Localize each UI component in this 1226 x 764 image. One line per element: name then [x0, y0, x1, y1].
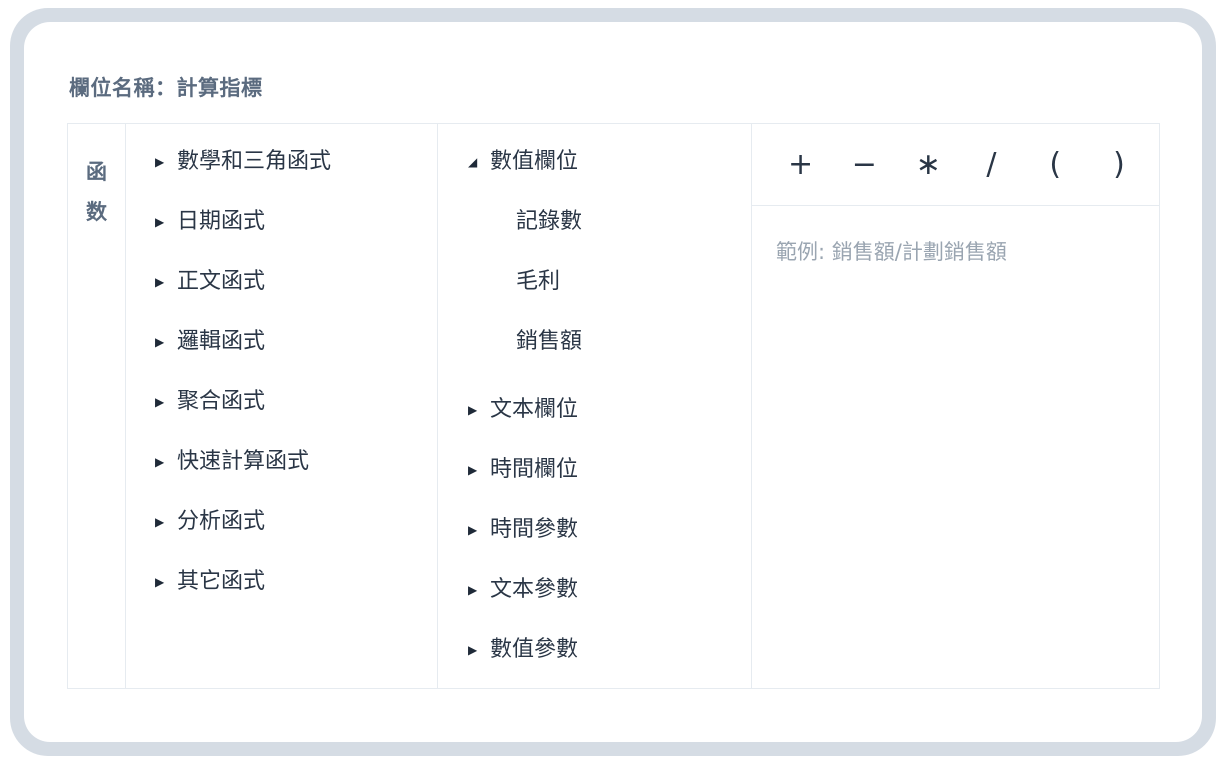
- function-category-label: 分析函式: [177, 509, 266, 534]
- close-paren-button[interactable]: ): [1107, 149, 1131, 180]
- function-category-label: 快速計算函式: [177, 449, 310, 474]
- field-group-numeric[interactable]: ◢ 數值欄位: [438, 144, 751, 204]
- caret-right-icon: ▶: [155, 215, 165, 229]
- field-group-numeric-param[interactable]: ▶ 數值參數: [438, 632, 751, 692]
- field-group-label: 時間參數: [490, 517, 579, 542]
- field-group-text[interactable]: ▶ 文本欄位: [438, 392, 751, 452]
- function-category-math[interactable]: ▶ 數學和三角函式: [126, 144, 437, 204]
- function-category-analysis[interactable]: ▶ 分析函式: [126, 504, 437, 564]
- field-item-gross-profit[interactable]: 毛利: [438, 264, 751, 324]
- caret-right-icon: ▶: [468, 523, 478, 537]
- field-group-label: 文本參數: [490, 577, 579, 602]
- function-category-label: 其它函式: [177, 569, 266, 594]
- field-name-title: 欄位名稱：計算指標: [69, 76, 263, 100]
- minus-button[interactable]: −: [852, 149, 877, 180]
- function-category-text[interactable]: ▶ 正文函式: [126, 264, 437, 324]
- calculated-field-card: 欄位名稱：計算指標 函 数 ▶ 數學和三角函式 ▶ 日期函式 ▶ 正文函式 ▶ …: [24, 22, 1202, 742]
- field-item-sales[interactable]: 銷售額: [438, 324, 751, 384]
- caret-right-icon: ▶: [155, 335, 165, 349]
- plus-button[interactable]: +: [788, 149, 813, 180]
- function-category-quick-calc[interactable]: ▶ 快速計算函式: [126, 444, 437, 504]
- function-tab-label-2: 数: [86, 200, 107, 224]
- caret-right-icon: ▶: [468, 583, 478, 597]
- function-category-label: 數學和三角函式: [177, 149, 332, 174]
- field-group-label: 數值欄位: [490, 149, 579, 174]
- caret-right-icon: ▶: [155, 395, 165, 409]
- caret-right-icon: ▶: [155, 155, 165, 169]
- caret-down-icon: ◢: [468, 155, 478, 169]
- caret-right-icon: ▶: [155, 575, 165, 589]
- divide-button[interactable]: /: [979, 149, 1003, 180]
- function-category-list: ▶ 數學和三角函式 ▶ 日期函式 ▶ 正文函式 ▶ 邏輯函式 ▶ 聚合函式 ▶ …: [126, 124, 438, 688]
- field-group-time[interactable]: ▶ 時間欄位: [438, 452, 751, 512]
- caret-right-icon: ▶: [468, 463, 478, 477]
- formula-input[interactable]: [776, 236, 1135, 658]
- function-category-label: 聚合函式: [177, 389, 266, 414]
- function-category-date[interactable]: ▶ 日期函式: [126, 204, 437, 264]
- caret-right-icon: ▶: [468, 403, 478, 417]
- function-category-label: 正文函式: [177, 269, 266, 294]
- operator-toolbar: + − ∗ / ( ): [752, 124, 1159, 206]
- field-item-record-count[interactable]: 記錄數: [438, 204, 751, 264]
- open-paren-button[interactable]: (: [1043, 149, 1067, 180]
- function-category-other[interactable]: ▶ 其它函式: [126, 564, 437, 624]
- caret-right-icon: ▶: [155, 515, 165, 529]
- function-tab[interactable]: 函 数: [68, 124, 126, 688]
- caret-right-icon: ▶: [155, 455, 165, 469]
- editor-panel: 函 数 ▶ 數學和三角函式 ▶ 日期函式 ▶ 正文函式 ▶ 邏輯函式 ▶ 聚合函…: [67, 123, 1160, 689]
- function-category-label: 日期函式: [177, 209, 266, 234]
- field-group-text-param[interactable]: ▶ 文本參數: [438, 572, 751, 632]
- formula-area: [752, 206, 1159, 688]
- function-category-label: 邏輯函式: [177, 329, 266, 354]
- caret-right-icon: ▶: [155, 275, 165, 289]
- field-group-time-param[interactable]: ▶ 時間參數: [438, 512, 751, 572]
- function-tab-label-1: 函: [86, 160, 107, 184]
- caret-right-icon: ▶: [468, 643, 478, 657]
- field-group-label: 時間欄位: [490, 457, 579, 482]
- function-category-logic[interactable]: ▶ 邏輯函式: [126, 324, 437, 384]
- multiply-button[interactable]: ∗: [916, 149, 941, 180]
- collapsed-field-groups: ▶ 文本欄位 ▶ 時間欄位 ▶ 時間參數 ▶ 文本參數 ▶ 數值參數: [438, 392, 751, 692]
- function-category-aggregate[interactable]: ▶ 聚合函式: [126, 384, 437, 444]
- dialog-frame: 欄位名稱：計算指標 函 数 ▶ 數學和三角函式 ▶ 日期函式 ▶ 正文函式 ▶ …: [10, 8, 1216, 756]
- field-group-label: 文本欄位: [490, 397, 579, 422]
- field-list: ◢ 數值欄位 記錄數 毛利 銷售額 ▶ 文本欄位 ▶ 時間欄位 ▶ 時間參數 ▶…: [438, 124, 752, 688]
- field-group-label: 數值參數: [490, 637, 579, 662]
- formula-editor: + − ∗ / ( ): [752, 124, 1159, 688]
